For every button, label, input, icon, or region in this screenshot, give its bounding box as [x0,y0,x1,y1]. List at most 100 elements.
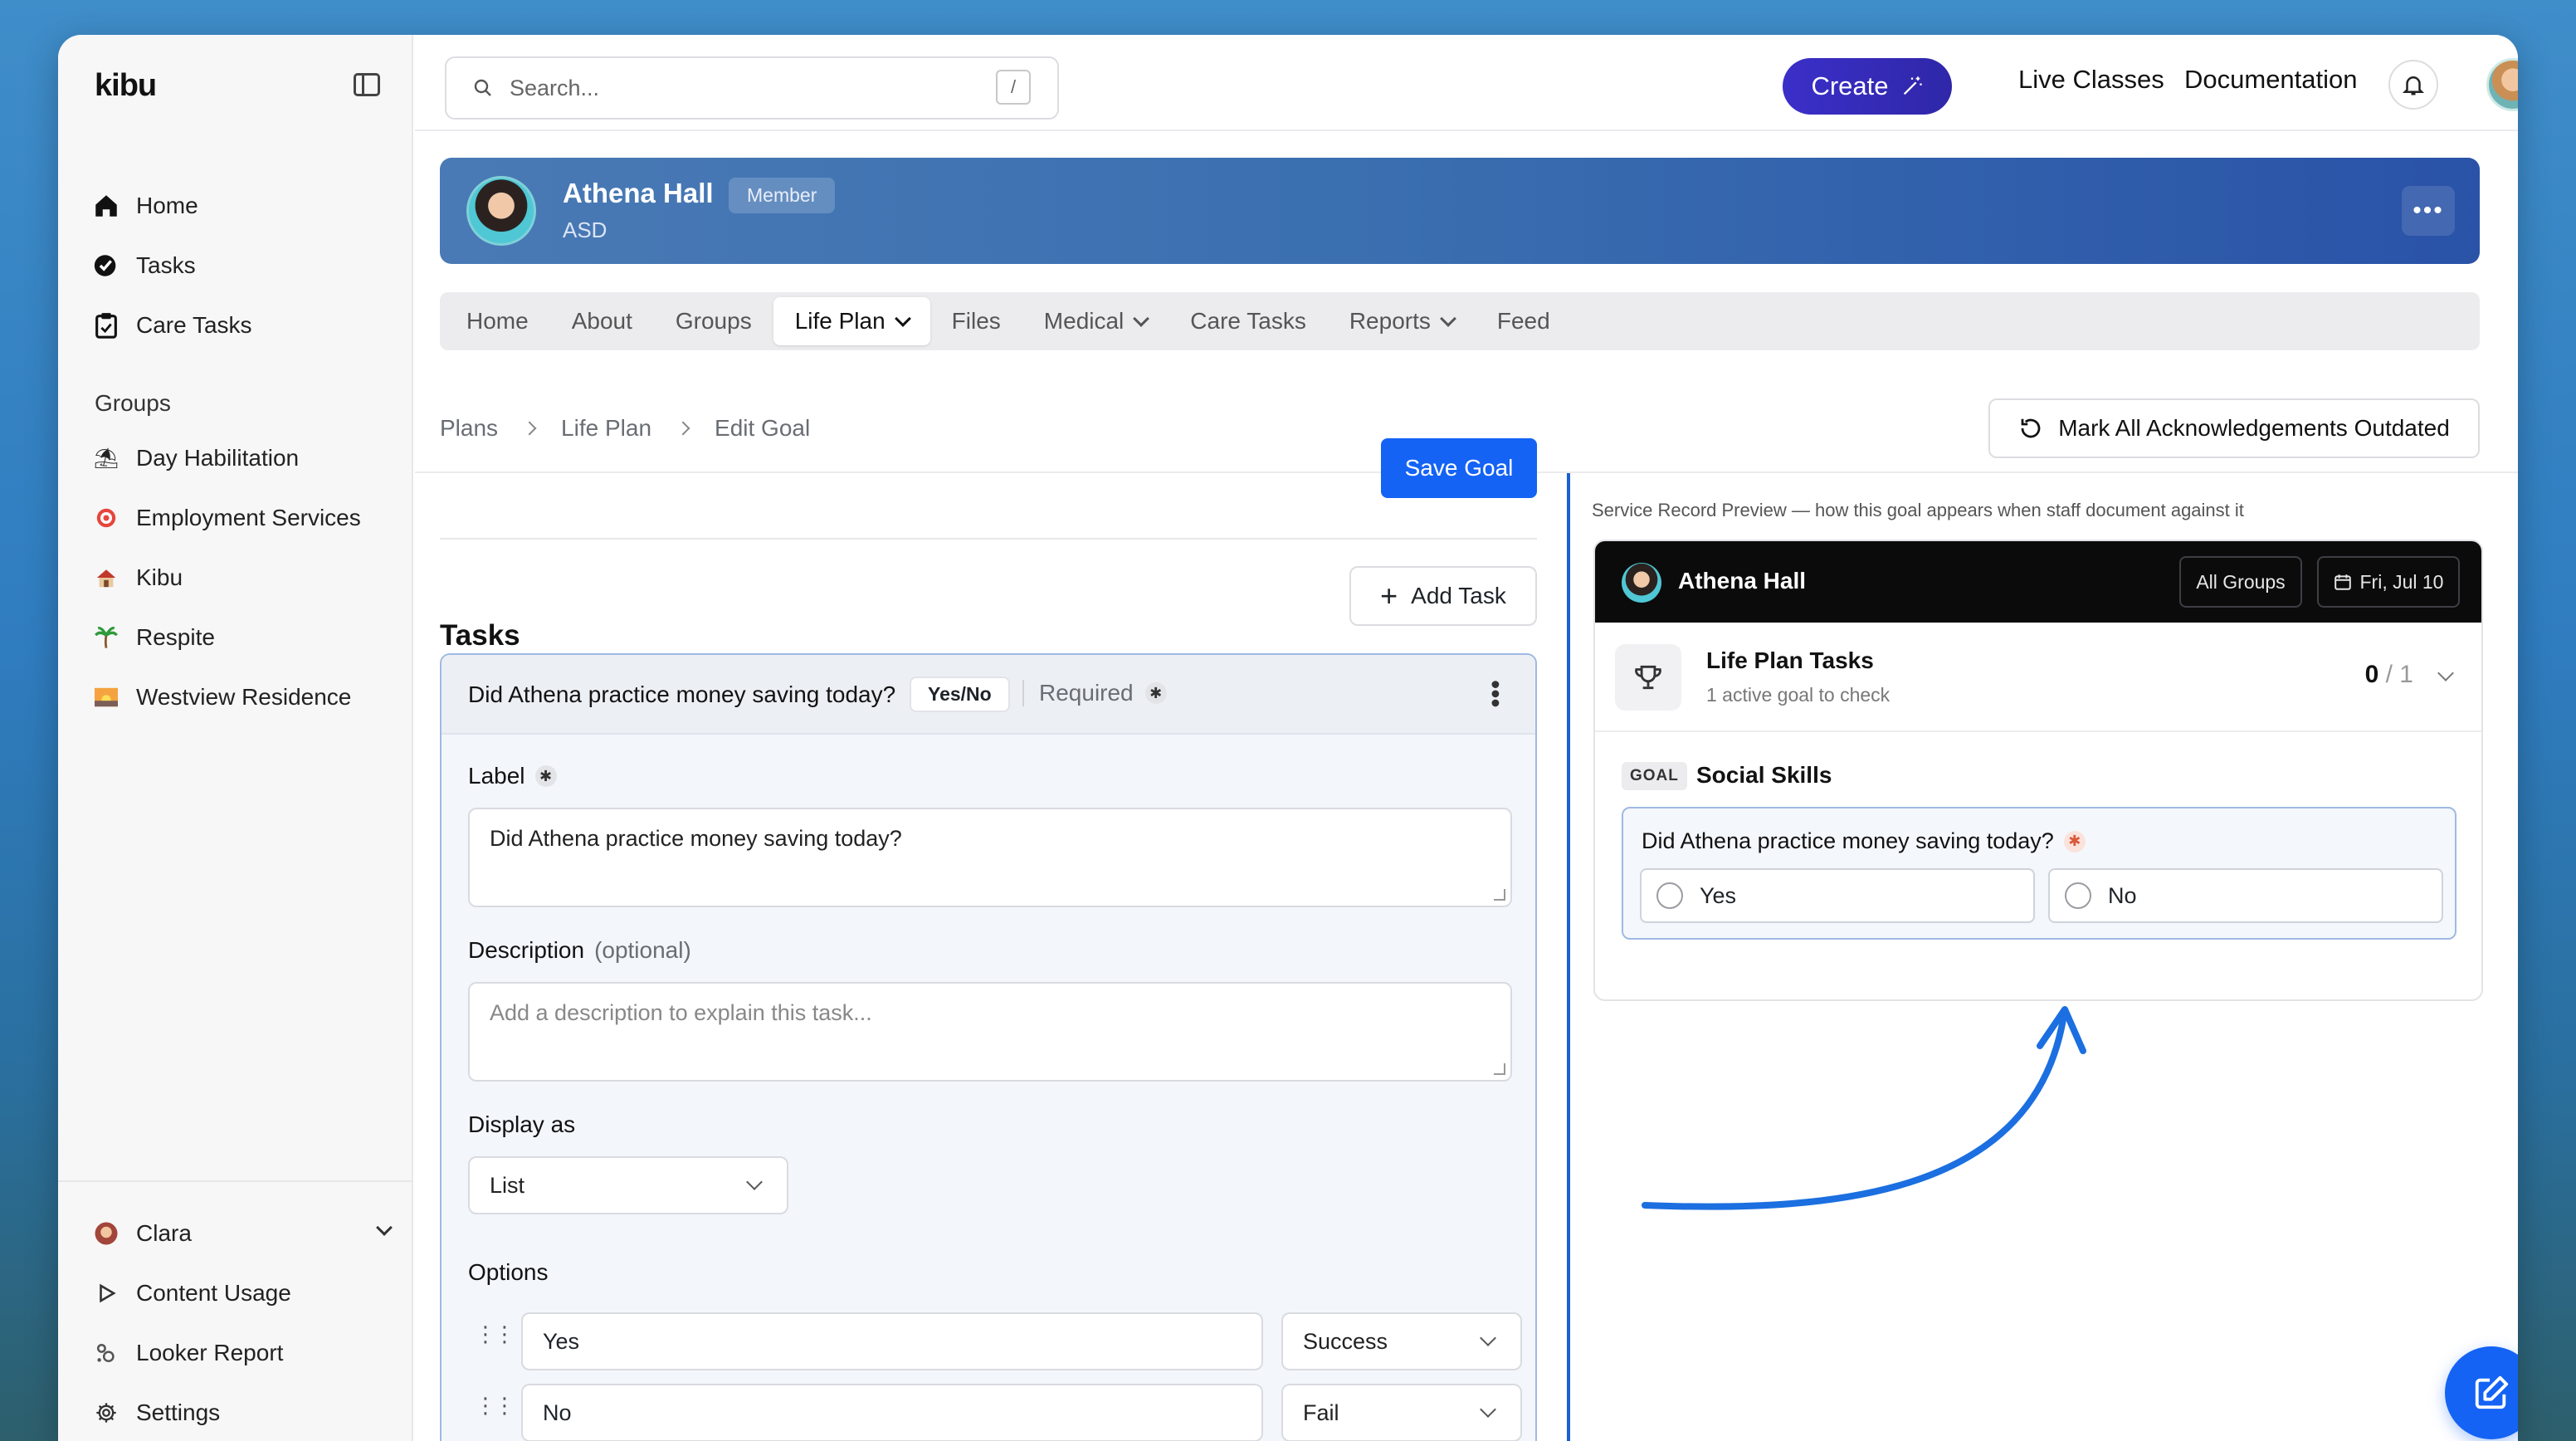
sidebar-item-home[interactable]: Home [91,183,198,229]
option-value-input[interactable]: Yes [521,1312,1263,1370]
chevron-right-icon [676,421,690,436]
sidebar-group-respite[interactable]: Respite [91,614,215,661]
compose-button[interactable] [2445,1346,2518,1439]
date-button[interactable]: Fri, Jul 10 [2317,556,2460,608]
option-value-input[interactable]: No [521,1384,1263,1441]
display-as-select[interactable]: List [468,1156,788,1214]
breadcrumb-plans[interactable]: Plans [440,415,498,442]
task-card: Did Athena practice money saving today? … [440,653,1537,1441]
task-card-header[interactable]: Did Athena practice money saving today? … [442,655,1535,735]
trophy-icon [1615,644,1681,711]
app-logo[interactable]: kibu [95,68,157,104]
progress-count: 0 / 1 [2364,661,2413,688]
user-avatar[interactable] [2486,58,2518,111]
answer-yes[interactable]: Yes [1640,868,2035,923]
preview-avatar [1622,563,1661,603]
tab-files[interactable]: Files [930,297,1022,345]
annotation-arrow [1642,1006,2086,1210]
breadcrumb: Plans Life Plan Edit Goal [440,415,810,442]
sidebar-item-care-tasks[interactable]: Care Tasks [91,302,252,349]
search-placeholder: Search... [510,75,600,100]
section-subtitle: 1 active goal to check [1706,684,1891,706]
tab-care-tasks[interactable]: Care Tasks [1168,297,1328,345]
chevron-down-icon [1480,1401,1496,1418]
topbar: Search... / Create Live Classes Document… [415,35,2518,131]
sidebar-group-kibu[interactable]: Kibu [91,554,183,601]
tab-about[interactable]: About [550,297,654,345]
sidebar-item-label: Kibu [136,564,183,590]
panel-divider [1567,473,1570,1441]
sidebar-item-label: Care Tasks [136,312,252,338]
search-input[interactable]: Search... / [445,56,1059,120]
add-task-label: Add Task [1411,583,1506,608]
resize-handle-icon[interactable] [1494,889,1505,901]
sidebar-item-label: Settings [136,1399,221,1425]
sidebar-item-content-usage[interactable]: Content Usage [91,1270,291,1316]
create-button[interactable]: Create [1783,58,1952,115]
tab-groups[interactable]: Groups [654,297,773,345]
asterisk-icon: ✱ [1144,682,1167,704]
documentation-link[interactable]: Documentation [2184,65,2358,95]
sidebar-group-day-habilitation[interactable]: ⛱ Day Habilitation [91,435,299,481]
tab-feed[interactable]: Feed [1476,297,1572,345]
palm-tree-icon [91,623,121,652]
goal-name: Social Skills [1696,762,1832,788]
tab-medical[interactable]: Medical [1022,297,1168,345]
search-shortcut: / [996,70,1031,105]
tab-reports[interactable]: Reports [1328,297,1476,345]
sidebar-item-settings[interactable]: Settings [91,1390,220,1436]
life-plan-tasks-section[interactable]: Life Plan Tasks 1 active goal to check 0… [1595,623,2481,732]
target-icon [91,503,121,533]
tab-home[interactable]: Home [445,297,550,345]
sidebar-footer: Clara Content Usage Looker Report Settin… [58,1180,413,1441]
home-icon [91,191,121,221]
breadcrumb-life-plan[interactable]: Life Plan [561,415,651,442]
preview-question: Did Athena practice money saving today? … [1622,807,2456,940]
sidebar-collapse-icon[interactable] [354,73,380,96]
sidebar-group-employment-services[interactable]: Employment Services [91,495,361,541]
add-task-button[interactable]: + Add Task [1349,566,1537,626]
all-groups-button[interactable]: All Groups [2179,556,2302,608]
app-window: kibu Home Tasks Care Tasks Groups ⛱ Day … [58,35,2518,1441]
tab-life-plan[interactable]: Life Plan [773,297,930,345]
refresh-icon [2021,418,2041,438]
notifications-bell-icon[interactable] [2388,60,2438,110]
more-options-icon[interactable]: ••• [2402,186,2455,236]
user-name: Clara [136,1220,192,1246]
profile-tabs: Home About Groups Life Plan Files Medica… [440,292,2480,350]
sidebar-item-looker-report[interactable]: Looker Report [91,1330,283,1376]
mark-outdated-label: Mark All Acknowledgements Outdated [2058,415,2450,441]
house-icon [91,563,121,593]
option-outcome-select[interactable]: Fail [1281,1384,1522,1441]
user-menu[interactable]: Clara [91,1210,393,1257]
mark-outdated-button[interactable]: Mark All Acknowledgements Outdated [1988,398,2480,458]
drag-handle-icon[interactable]: ⋮⋮ [475,1395,515,1416]
play-icon [91,1278,121,1308]
answer-no[interactable]: No [2048,868,2443,923]
description-textarea[interactable]: Add a description to explain this task..… [468,982,1512,1082]
preview-caption: Service Record Preview — how this goal a… [1592,500,2244,520]
sidebar-item-label: Westview Residence [136,684,352,710]
label-textarea[interactable]: Did Athena practice money saving today? [468,808,1512,907]
sidebar-item-tasks[interactable]: Tasks [91,242,196,289]
preview-question-text: Did Athena practice money saving today? … [1642,828,2086,854]
sidebar-item-label: Home [136,193,198,218]
live-classes-link[interactable]: Live Classes [2018,65,2164,95]
sidebar-item-label: Day Habilitation [136,445,300,471]
kebab-menu-icon[interactable]: ••• [1481,680,1510,708]
sidebar-group-westview-residence[interactable]: Westview Residence [91,674,351,720]
drag-handle-icon[interactable]: ⋮⋮ [475,1323,515,1345]
options-heading: Options [468,1259,549,1285]
resize-handle-icon[interactable] [1494,1063,1505,1075]
option-outcome-select[interactable]: Success [1281,1312,1522,1370]
chevron-down-icon[interactable] [2437,665,2454,681]
save-goal-button[interactable]: Save Goal [1381,438,1537,498]
sunrise-icon [91,682,121,712]
clipboard-icon [91,310,121,340]
looker-icon [91,1338,121,1368]
sidebar-item-label: Looker Report [136,1340,284,1365]
radio-icon [1656,882,1683,909]
profile-banner: Athena Hall Member ASD ••• [440,158,2480,264]
chevron-down-icon [1439,310,1456,327]
user-avatar-icon [91,1219,121,1248]
